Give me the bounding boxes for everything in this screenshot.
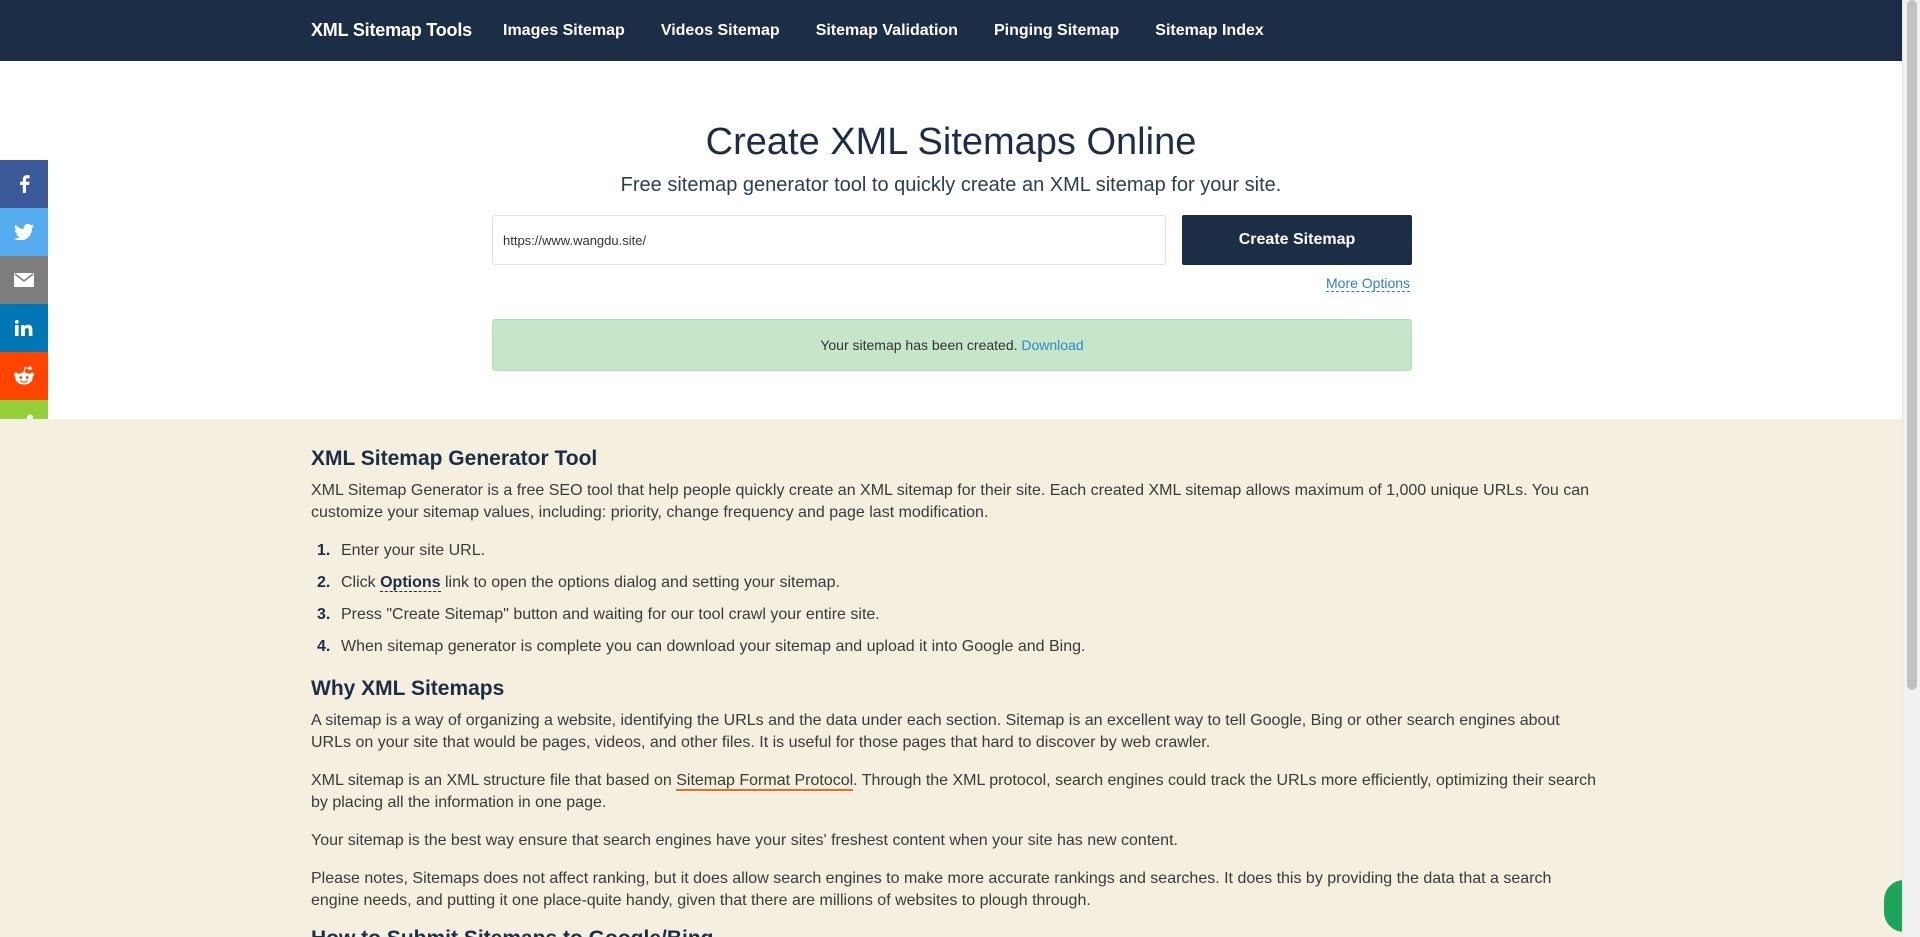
content-section: XML Sitemap Generator Tool XML Sitemap G… bbox=[0, 419, 1902, 937]
success-alert: Your sitemap has been created. Download bbox=[492, 319, 1412, 371]
section-heading-submit: How to Submit Sitemaps to Google/Bing bbox=[311, 927, 714, 937]
reddit-share-button[interactable] bbox=[0, 352, 48, 400]
top-navbar: XML Sitemap Tools Images Sitemap Videos … bbox=[0, 0, 1902, 61]
social-share-bar bbox=[0, 160, 48, 448]
nav-link-videos-sitemap[interactable]: Videos Sitemap bbox=[661, 0, 780, 61]
steps-list: 1. Enter your site URL. 2. Click Options l… bbox=[311, 540, 1601, 658]
ranking-paragraph: Please notes, Sitemaps does not affect r… bbox=[311, 870, 1552, 909]
create-sitemap-button[interactable]: Create Sitemap bbox=[1182, 215, 1412, 265]
page-subtitle: Free sitemap generator tool to quickly c… bbox=[620, 174, 1282, 196]
linkedin-icon bbox=[15, 320, 33, 336]
linkedin-share-button[interactable] bbox=[0, 304, 48, 352]
more-options-link[interactable]: More Options bbox=[1326, 275, 1411, 292]
twitter-share-button[interactable] bbox=[0, 208, 48, 256]
site-url-input[interactable] bbox=[492, 215, 1166, 265]
email-icon bbox=[14, 273, 34, 287]
page-title: Create XML Sitemaps Online bbox=[705, 121, 1197, 163]
download-link[interactable]: Download bbox=[1021, 337, 1083, 353]
facebook-icon bbox=[20, 175, 30, 193]
sitemap-protocol-link[interactable]: Sitemap Format Protocol bbox=[676, 772, 854, 791]
list-item: 2. Click Options link to open the options… bbox=[317, 574, 840, 592]
alert-text: Your sitemap has been created. bbox=[820, 337, 1022, 353]
list-item: 1. Enter your site URL. bbox=[317, 542, 486, 559]
options-link[interactable]: Options bbox=[380, 574, 441, 592]
intro-paragraph: XML Sitemap Generator is a free SEO tool… bbox=[311, 482, 1589, 521]
brand-logo-link[interactable]: XML Sitemap Tools bbox=[311, 0, 472, 61]
twitter-icon bbox=[14, 224, 34, 240]
list-item: 3. Press "Create Sitemap" button and wait… bbox=[317, 606, 880, 623]
reddit-icon bbox=[14, 366, 34, 385]
protocol-paragraph: XML sitemap is an XML structure file tha… bbox=[311, 772, 1597, 811]
page-scrollbar[interactable] bbox=[1902, 0, 1920, 937]
section-heading-why: Why XML Sitemaps bbox=[311, 677, 505, 700]
email-share-button[interactable] bbox=[0, 256, 48, 304]
list-item: 4. When sitemap generator is complete you… bbox=[317, 638, 1086, 655]
facebook-share-button[interactable] bbox=[0, 160, 48, 208]
nav-link-images-sitemap[interactable]: Images Sitemap bbox=[503, 0, 625, 61]
section-heading-generator: XML Sitemap Generator Tool bbox=[311, 447, 598, 470]
hero-section: Create XML Sitemaps Online Free sitemap … bbox=[0, 61, 1902, 419]
freshness-paragraph: Your sitemap is the best way ensure that… bbox=[311, 832, 1178, 849]
nav-link-pinging-sitemap[interactable]: Pinging Sitemap bbox=[994, 0, 1119, 61]
why-paragraph: A sitemap is a way of organizing a websi… bbox=[311, 712, 1560, 751]
nav-link-sitemap-validation[interactable]: Sitemap Validation bbox=[816, 0, 958, 61]
nav-link-sitemap-index[interactable]: Sitemap Index bbox=[1155, 0, 1263, 61]
nav-links: Images Sitemap Videos Sitemap Sitemap Va… bbox=[503, 0, 1264, 61]
scrollbar-thumb[interactable] bbox=[1907, 0, 1917, 690]
